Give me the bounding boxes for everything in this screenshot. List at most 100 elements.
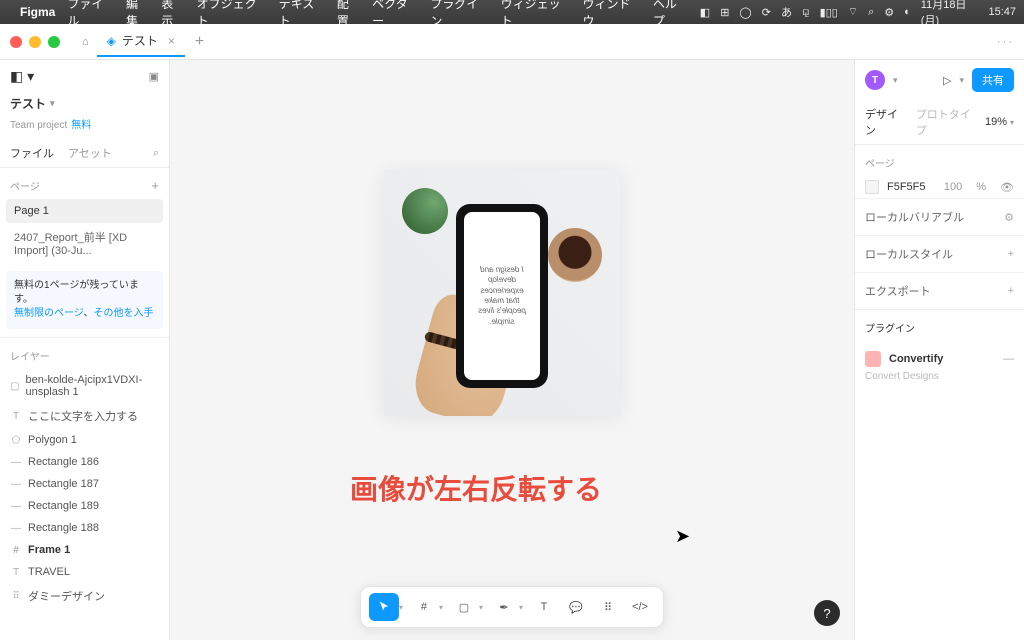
chevron-down-icon[interactable]: ▾: [959, 75, 964, 86]
search-icon[interactable]: ⌕: [868, 6, 874, 19]
collapse-icon[interactable]: —: [1003, 353, 1014, 365]
menu-plugin[interactable]: プラグイン: [430, 0, 488, 29]
menu-arrange[interactable]: 配置: [337, 0, 360, 29]
color-opacity[interactable]: 100: [944, 181, 962, 193]
color-hex[interactable]: F5F5F5: [887, 181, 936, 193]
close-window-button[interactable]: [10, 36, 22, 48]
close-tab-icon[interactable]: ×: [168, 34, 175, 48]
comment-tool[interactable]: 💬: [561, 593, 591, 621]
layer-item[interactable]: —Rectangle 188: [0, 517, 169, 539]
user-avatar[interactable]: T: [865, 70, 885, 90]
layer-type-icon: ⬠: [10, 435, 22, 446]
layer-item[interactable]: — Rectangle 187: [0, 473, 169, 495]
wifi-icon[interactable]: ⌔: [848, 5, 858, 19]
upgrade-link[interactable]: その他を入手: [94, 308, 154, 319]
export-row[interactable]: エクスポート+: [855, 272, 1024, 309]
file-title[interactable]: テスト▾: [0, 93, 169, 114]
tray-icon[interactable]: ⟳: [762, 6, 771, 19]
text-tool[interactable]: T: [529, 593, 559, 621]
window-more-button[interactable]: ···: [997, 36, 1014, 48]
frame-tool[interactable]: #: [409, 593, 439, 621]
layer-item[interactable]: —Rectangle 186: [0, 451, 169, 473]
present-button[interactable]: ▷: [943, 74, 951, 87]
annotation-text: 画像が左右反転する: [350, 468, 602, 508]
home-button[interactable]: ⌂: [74, 30, 97, 54]
layer-name: TRAVEL: [28, 566, 70, 578]
tray-icon[interactable]: ⊞: [720, 6, 729, 19]
layer-item[interactable]: ⠿ダミーデザイン: [0, 583, 169, 609]
layer-item[interactable]: TTRAVEL: [0, 561, 169, 583]
file-team[interactable]: Team project無料: [0, 114, 169, 139]
asset-tab-button[interactable]: アセット: [68, 145, 112, 161]
local-styles-row[interactable]: ローカルスタイル+: [855, 235, 1024, 272]
local-variables-row[interactable]: ローカルバリアブル⚙: [855, 198, 1024, 235]
clock-time[interactable]: 15:47: [988, 6, 1016, 18]
layer-item[interactable]: ⬠Polygon 1: [0, 429, 169, 451]
zoom-window-button[interactable]: [48, 36, 60, 48]
right-panel: T ▾ ▷ ▾ 共有 デザイン プロトタイプ 19%▾ ページ F5F5F5 1…: [854, 60, 1024, 640]
panel-mode-icon[interactable]: ▣: [149, 70, 159, 83]
macos-menubar: Figma ファイル 編集 表示 オブジェクト テキスト 配置 ベクター プラグ…: [0, 0, 1024, 24]
menu-window[interactable]: ウィンドウ: [583, 0, 641, 29]
shape-tool[interactable]: ▢: [449, 593, 479, 621]
bottom-toolbar: ▾ #▾ ▢▾ ✒▾ T 💬 ⠿ </>: [360, 586, 664, 628]
clock-date[interactable]: 11月18日 (月): [921, 0, 979, 28]
upgrade-link[interactable]: 無制限のページ: [14, 308, 84, 319]
menu-text[interactable]: テキスト: [279, 0, 325, 29]
file-tab-button[interactable]: ファイル: [10, 145, 54, 161]
layer-name: Rectangle 187: [28, 478, 99, 490]
layer-name: Rectangle 186: [28, 456, 99, 468]
design-tab[interactable]: デザイン: [865, 106, 902, 138]
menu-vector[interactable]: ベクター: [372, 0, 418, 29]
menu-edit[interactable]: 編集: [126, 0, 149, 29]
color-swatch[interactable]: [865, 180, 879, 194]
page-item[interactable]: Page 1: [6, 199, 163, 223]
figma-menu-button[interactable]: ◧ ▾: [10, 68, 34, 85]
canvas[interactable]: I design anddevelopexperiencesthat makep…: [170, 60, 854, 640]
canvas-image[interactable]: I design anddevelopexperiencesthat makep…: [384, 170, 620, 416]
coffee-graphic: [548, 228, 602, 282]
new-tab-button[interactable]: +: [185, 27, 214, 57]
menu-file[interactable]: ファイル: [67, 0, 114, 29]
plugin-row[interactable]: Convertify — Convert Designs: [855, 341, 1024, 392]
layer-item[interactable]: —Rectangle 189: [0, 495, 169, 517]
battery-icon[interactable]: ▮▯▯: [820, 6, 838, 19]
menu-widget[interactable]: ウィジェット: [501, 0, 571, 29]
devmode-tool[interactable]: </>: [625, 593, 655, 621]
help-button[interactable]: ?: [814, 600, 840, 626]
layer-name: Rectangle 188: [28, 522, 99, 534]
app-name[interactable]: Figma: [20, 5, 55, 19]
control-center-icon[interactable]: ⚙: [884, 6, 894, 19]
layer-item[interactable]: ▢ben-kolde-Ajcipx1VDXI-unsplash 1: [0, 369, 169, 403]
background-color-row[interactable]: F5F5F5 100 % 👁: [855, 176, 1024, 198]
traffic-lights: [10, 36, 60, 48]
chevron-down-icon[interactable]: ▾: [893, 75, 898, 86]
figma-file-icon: ◈: [107, 34, 116, 48]
menu-object[interactable]: オブジェクト: [197, 0, 267, 29]
layer-type-icon: ▢: [10, 381, 19, 392]
menu-help[interactable]: ヘルプ: [653, 0, 688, 29]
minimize-window-button[interactable]: [29, 36, 41, 48]
layer-name: ダミーデザイン: [28, 588, 105, 604]
layer-item[interactable]: #Frame 1: [0, 539, 169, 561]
add-page-button[interactable]: +: [151, 178, 159, 193]
share-button[interactable]: 共有: [972, 68, 1014, 92]
visibility-icon[interactable]: 👁: [1000, 181, 1014, 194]
move-tool[interactable]: [369, 593, 399, 621]
bluetooth-icon[interactable]: ⚼: [802, 6, 810, 19]
ime-icon[interactable]: あ: [781, 4, 792, 20]
pen-tool[interactable]: ✒: [489, 593, 519, 621]
file-tab[interactable]: ◈ テスト ×: [97, 26, 185, 57]
menu-view[interactable]: 表示: [161, 0, 184, 29]
page-item[interactable]: 2407_Report_前半 [XD Import] (30-Ju...: [6, 223, 163, 263]
figma-tray-icon[interactable]: ◧: [700, 6, 710, 19]
layer-item[interactable]: Tここに文字を入力する: [0, 403, 169, 429]
layer-type-icon: —: [10, 479, 22, 490]
line-tray-icon[interactable]: ◯: [739, 6, 751, 19]
layer-name: ここに文字を入力する: [28, 408, 138, 424]
actions-tool[interactable]: ⠿: [593, 593, 623, 621]
search-icon[interactable]: ⌕: [153, 147, 159, 160]
prototype-tab[interactable]: プロトタイプ: [916, 106, 971, 138]
siri-icon[interactable]: ◐: [904, 6, 911, 18]
zoom-control[interactable]: 19%▾: [985, 116, 1014, 128]
